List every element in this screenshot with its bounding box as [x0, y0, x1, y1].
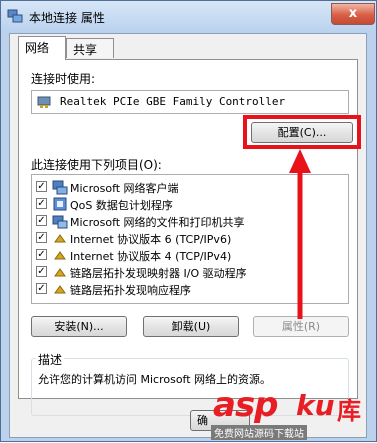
list-item[interactable]: ✓ 链路层拓扑发现响应程序: [36, 281, 336, 297]
title-bar[interactable]: 本地连接 属性 x: [1, 1, 376, 33]
item-checkbox[interactable]: ✓: [36, 283, 47, 294]
item-checkbox[interactable]: ✓: [36, 215, 47, 226]
tab-network[interactable]: 网络: [18, 36, 66, 60]
configure-highlight-box: [243, 115, 361, 149]
item-label: Microsoft 网络客户端: [70, 182, 179, 195]
properties-button[interactable]: 属性(R): [253, 316, 349, 337]
description-title: 描述: [36, 351, 65, 368]
network-tab-panel: 连接时使用: Realtek PCIe GBE Family Controlle…: [18, 59, 361, 416]
protocol-icon: [52, 247, 68, 263]
network-adapter-icon: [36, 94, 52, 110]
protocol-icon: [52, 264, 68, 280]
connect-using-label: 连接时使用:: [31, 72, 96, 86]
site-watermark: asp ku 库 免费网站源码下载站: [211, 385, 376, 441]
item-checkbox[interactable]: ✓: [36, 266, 47, 277]
item-checkbox[interactable]: ✓: [36, 232, 47, 243]
network-client-icon: [52, 179, 68, 195]
uninstall-button[interactable]: 卸载(U): [143, 316, 239, 337]
watermark-brand-suffix: ku: [296, 389, 335, 422]
watermark-subtitle: 免费网站源码下载站: [211, 425, 307, 440]
protocol-icon: [52, 230, 68, 246]
adapter-field: Realtek PCIe GBE Family Controller: [31, 90, 349, 114]
install-button[interactable]: 安装(N)...: [31, 316, 127, 337]
list-item[interactable]: ✓ 链路层拓扑发现映射器 I/O 驱动程序: [36, 264, 336, 280]
close-button[interactable]: x: [331, 3, 375, 25]
watermark-glyph: 库: [337, 397, 361, 425]
list-item[interactable]: ✓ Microsoft 网络客户端: [36, 179, 336, 195]
item-label: 链路层拓扑发现映射器 I/O 驱动程序: [70, 267, 247, 280]
network-connection-icon: [7, 8, 23, 24]
adapter-name: Realtek PCIe GBE Family Controller: [60, 95, 286, 108]
protocol-icon: [52, 281, 68, 297]
item-label: Internet 协议版本 6 (TCP/IPv6): [70, 233, 232, 246]
item-label: QoS 数据包计划程序: [70, 199, 173, 212]
item-label: Internet 协议版本 4 (TCP/IPv4): [70, 250, 232, 263]
items-list: ✓ Microsoft 网络客户端 ✓ QoS 数据包计划程序 ✓ Micros…: [31, 174, 349, 304]
list-item[interactable]: ✓ Microsoft 网络的文件和打印机共享: [36, 213, 336, 229]
item-checkbox[interactable]: ✓: [36, 198, 47, 209]
list-item[interactable]: ✓ Internet 协议版本 6 (TCP/IPv6): [36, 230, 336, 246]
dialog-body: 网络 共享 连接时使用: Realtek PCIe GBE Family Con…: [9, 33, 367, 438]
item-checkbox[interactable]: ✓: [36, 181, 47, 192]
list-item[interactable]: ✓ Internet 协议版本 4 (TCP/IPv4): [36, 247, 336, 263]
item-label: Microsoft 网络的文件和打印机共享: [70, 216, 245, 229]
watermark-brand: asp: [213, 385, 279, 425]
item-label: 链路层拓扑发现响应程序: [70, 284, 191, 297]
qos-icon: [52, 196, 68, 212]
items-label: 此连接使用下列项目(O):: [31, 158, 162, 172]
item-checkbox[interactable]: ✓: [36, 249, 47, 260]
list-item[interactable]: ✓ QoS 数据包计划程序: [36, 196, 336, 212]
tab-sharing[interactable]: 共享: [66, 38, 114, 58]
window-title: 本地连接 属性: [29, 11, 105, 25]
file-printer-sharing-icon: [52, 213, 68, 229]
properties-window: 本地连接 属性 x 网络 共享 连接时使用: Realtek PCIe GBE …: [0, 0, 377, 442]
